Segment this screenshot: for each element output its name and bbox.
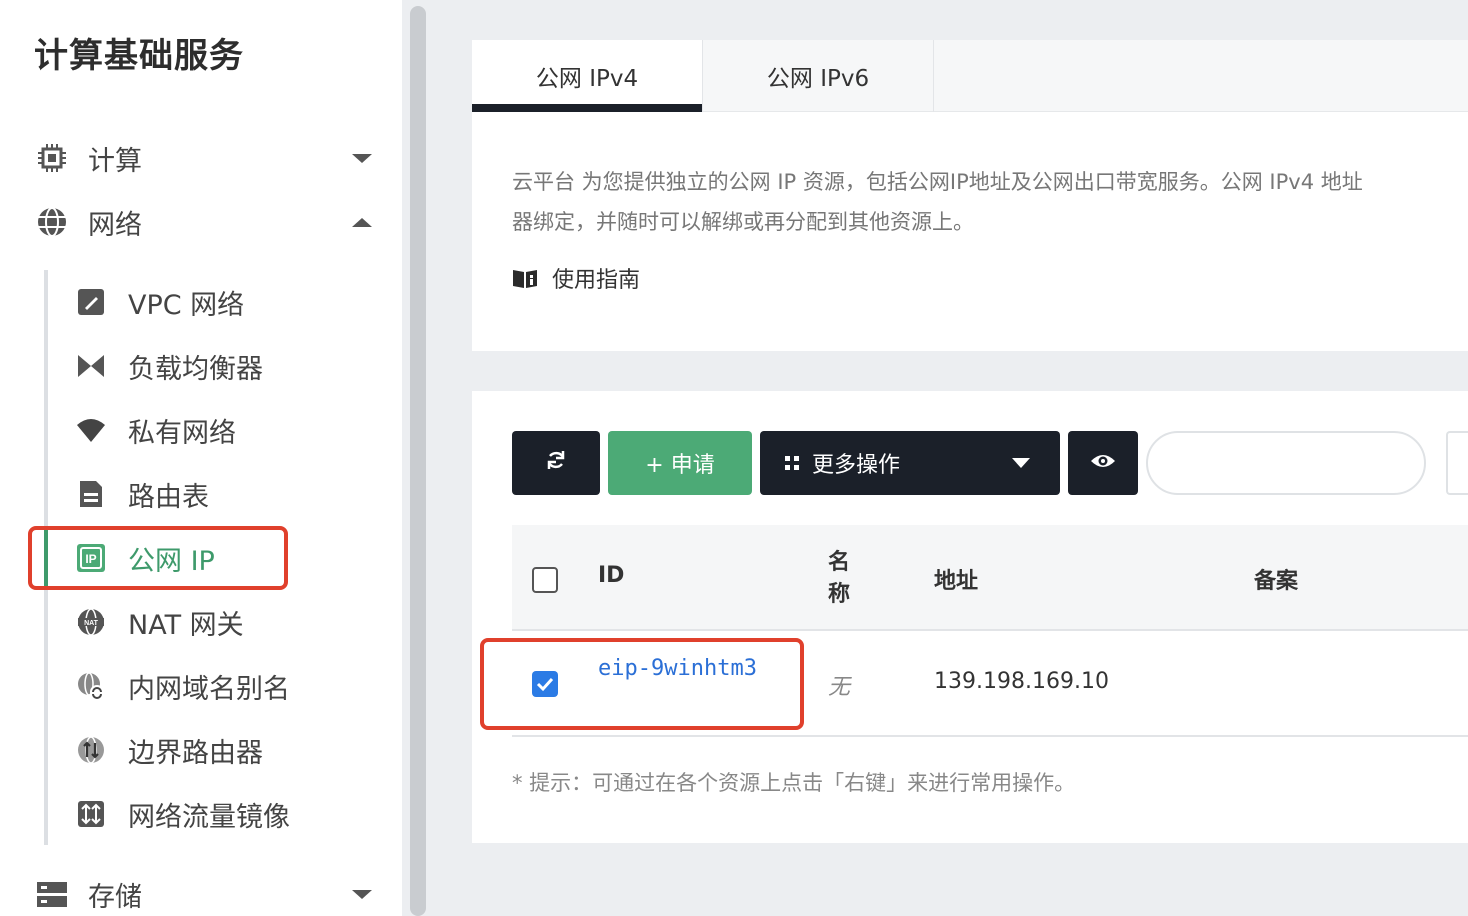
sidebar-item-label: 网络流量镜像 <box>128 801 290 833</box>
sidebar-item-label: 边界路由器 <box>128 737 263 769</box>
sidebar-item-route-table[interactable]: 路由表 <box>48 466 402 522</box>
sidebar-item-label: 负载均衡器 <box>128 353 263 385</box>
sidebar-item-label: 公网 IP <box>128 545 215 577</box>
resource-list-card: + 申请 更多操作 ID 名称 地址 备案 eip-9winhtm3 无 139… <box>472 391 1468 843</box>
chevron-down-icon <box>352 889 372 899</box>
usage-guide-label: 使用指南 <box>552 268 641 293</box>
dns-alias-icon <box>76 671 106 701</box>
description-line: 云平台 为您提供独立的公网 IP 资源，包括公网IP地址及公网出口带宽服务。公网… <box>512 170 1363 194</box>
select-all-checkbox[interactable] <box>532 567 558 593</box>
sidebar-group-label: 计算 <box>88 145 142 177</box>
sidebar-item-public-ip[interactable]: IP 公网 IP <box>48 530 402 586</box>
sidebar-item-border-router[interactable]: 边界路由器 <box>48 722 402 778</box>
hint-text: * 提示：可通过在各个资源上点击「右键」来进行常用操作。 <box>512 771 1076 795</box>
svg-text:NAT: NAT <box>84 620 99 627</box>
description-line: 器绑定，并随时可以解绑或再分配到其他资源上。 <box>512 210 974 234</box>
table-header: ID 名称 地址 备案 <box>512 525 1468 631</box>
storage-icon <box>36 878 68 910</box>
column-header-name[interactable]: 名称 <box>828 547 854 611</box>
sidebar-scrollbar[interactable] <box>410 6 426 916</box>
more-actions-label: 更多操作 <box>812 453 901 478</box>
chevron-up-icon <box>352 217 372 227</box>
column-header-address[interactable]: 地址 <box>934 563 978 595</box>
nat-icon: NAT <box>76 607 106 637</box>
sidebar-item-private-network[interactable]: 私有网络 <box>48 402 402 458</box>
more-actions-dropdown[interactable]: 更多操作 <box>760 431 1060 495</box>
sidebar-item-dns-alias[interactable]: 内网域名别名 <box>48 658 402 714</box>
sidebar-group-label: 存储 <box>88 881 142 913</box>
apply-button[interactable]: + 申请 <box>608 431 752 495</box>
eye-icon <box>1090 451 1116 476</box>
sidebar-item-label: 内网域名别名 <box>128 673 290 705</box>
border-router-icon <box>76 735 106 765</box>
eip-address-cell: 139.198.169.10 <box>934 669 1109 694</box>
search-input[interactable] <box>1146 431 1426 495</box>
vpc-icon <box>76 287 106 317</box>
sidebar-item-label: VPC 网络 <box>128 289 245 321</box>
sidebar-item-nat-gateway[interactable]: NAT NAT 网关 <box>48 594 402 650</box>
svg-text:IP: IP <box>85 552 96 566</box>
sidebar-title: 计算基础服务 <box>34 36 244 76</box>
sidebar-item-vpc[interactable]: VPC 网络 <box>48 274 402 330</box>
traffic-mirror-icon <box>76 799 106 829</box>
sidebar-group-compute[interactable]: 计算 <box>0 134 402 182</box>
row-checkbox[interactable] <box>532 671 558 697</box>
tab-ipv4[interactable]: 公网 IPv4 <box>472 40 703 112</box>
eip-id-link[interactable]: eip-9winhtm3 <box>598 653 773 685</box>
chevron-down-icon <box>1012 458 1030 468</box>
sidebar-group-storage[interactable]: 存储 <box>0 870 402 916</box>
wifi-icon <box>76 415 106 445</box>
sidebar-item-load-balancer[interactable]: 负载均衡器 <box>48 338 402 394</box>
column-header-id[interactable]: ID <box>598 563 624 588</box>
grid-icon <box>784 455 800 471</box>
refresh-icon <box>544 448 568 478</box>
sidebar-group-network[interactable]: 网络 <box>0 198 402 246</box>
route-table-icon <box>76 479 106 509</box>
sidebar-item-label: NAT 网关 <box>128 609 244 641</box>
load-balancer-icon <box>76 351 106 381</box>
globe-icon <box>36 206 68 238</box>
description: 云平台 为您提供独立的公网 IP 资源，包括公网IP地址及公网出口带宽服务。公网… <box>512 162 1468 242</box>
ip-icon: IP <box>76 543 106 573</box>
chip-icon <box>36 142 68 174</box>
sidebar-item-traffic-mirror[interactable]: 网络流量镜像 <box>48 786 402 842</box>
info-card: 公网 IPv4 公网 IPv6 云平台 为您提供独立的公网 IP 资源，包括公网… <box>472 40 1468 351</box>
sidebar-group-label: 网络 <box>88 209 142 241</box>
sidebar-item-label: 路由表 <box>128 481 209 513</box>
sidebar-item-label: 私有网络 <box>128 417 236 449</box>
check-icon <box>536 677 554 692</box>
usage-guide-link[interactable]: 使用指南 <box>512 262 640 294</box>
toggle-columns-button[interactable] <box>1068 431 1138 495</box>
table-row[interactable]: eip-9winhtm3 无 139.198.169.10 <box>512 631 1468 737</box>
refresh-button[interactable] <box>512 431 600 495</box>
tab-strip: 公网 IPv4 公网 IPv6 <box>472 40 1468 112</box>
tab-ipv6[interactable]: 公网 IPv6 <box>703 40 934 112</box>
filter-control[interactable] <box>1446 431 1468 495</box>
sidebar: 计算基础服务 计算 网络 VPC 网络 负载均衡器 私有网络 路由表 IP 公网… <box>0 0 402 916</box>
eip-name-cell: 无 <box>828 675 851 700</box>
chevron-down-icon <box>352 153 372 163</box>
book-icon <box>512 267 538 289</box>
column-header-filing[interactable]: 备案 <box>1254 563 1298 595</box>
